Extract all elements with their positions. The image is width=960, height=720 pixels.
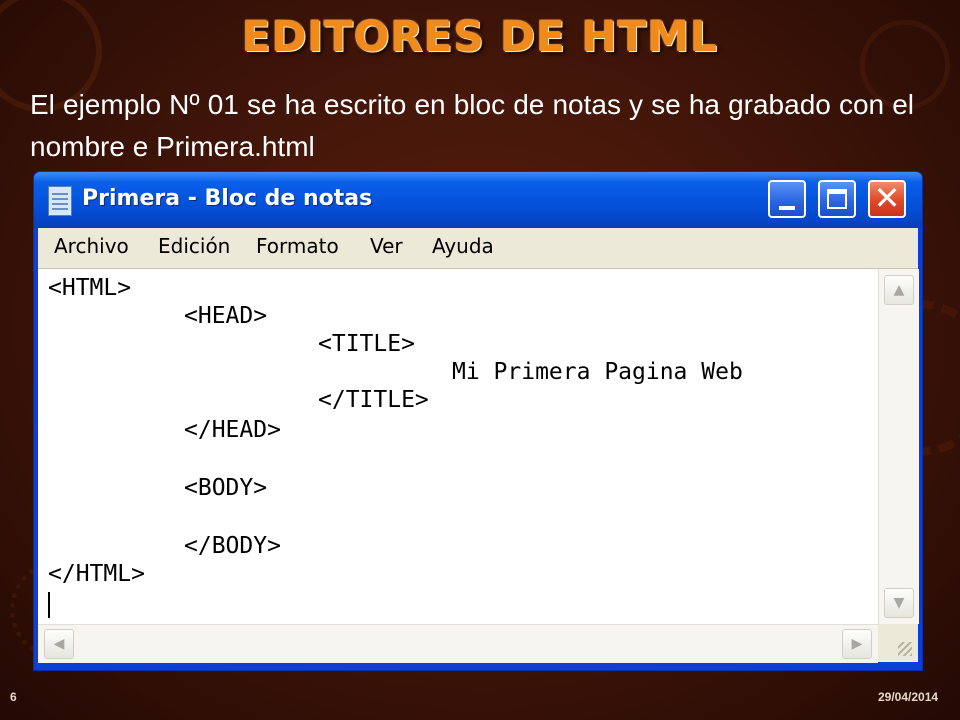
scroll-left-icon[interactable]: ◀ <box>44 629 74 659</box>
slide-title: EDITORES DE HTML <box>242 12 718 61</box>
menu-bar: Archivo Edición Formato Ver Ayuda <box>38 228 918 269</box>
slide-subtitle: El ejemplo Nº 01 se ha escrito en bloc d… <box>30 89 914 162</box>
scroll-right-icon[interactable]: ▶ <box>842 629 872 659</box>
text-caret <box>48 592 50 618</box>
menu-item-ayuda[interactable]: Ayuda <box>432 234 494 258</box>
code-line: </TITLE> <box>318 387 429 413</box>
scroll-up-icon[interactable]: ▲ <box>884 275 914 305</box>
menu-item-archivo[interactable]: Archivo <box>54 234 129 258</box>
resize-grip-icon[interactable] <box>878 624 918 662</box>
notepad-window: Primera - Bloc de notas ✕ Archivo Edició… <box>34 172 922 670</box>
minimize-button[interactable] <box>768 180 806 218</box>
code-line: <TITLE> <box>318 331 415 357</box>
code-line: Mi Primera Pagina Web <box>452 359 743 385</box>
page-number: 6 <box>10 690 17 704</box>
code-line: </HTML> <box>48 561 145 587</box>
close-button[interactable]: ✕ <box>868 179 906 218</box>
slide-date: 29/04/2014 <box>878 690 939 704</box>
code-line: </HEAD> <box>184 417 281 443</box>
menu-item-ver[interactable]: Ver <box>370 234 403 258</box>
code-line: <HTML> <box>48 275 132 301</box>
scroll-down-icon[interactable]: ▼ <box>884 588 914 618</box>
menu-item-edicion[interactable]: Edición <box>158 234 230 258</box>
code-line: <BODY> <box>184 475 268 501</box>
minimize-icon <box>779 206 795 210</box>
code-line: <HEAD> <box>184 303 268 329</box>
window-titlebar[interactable]: Primera - Bloc de notas ✕ <box>34 172 922 228</box>
maximize-button[interactable] <box>818 180 856 218</box>
text-editor-area[interactable]: <HTML> <HEAD> <TITLE> Mi Primera Pagina … <box>38 269 919 663</box>
notepad-icon[interactable] <box>48 186 72 216</box>
menu-item-formato[interactable]: Formato <box>256 234 339 258</box>
close-icon: ✕ <box>873 179 901 217</box>
code-line: </BODY> <box>184 533 281 559</box>
window-title: Primera - Bloc de notas <box>82 186 373 211</box>
horizontal-scrollbar[interactable]: ◀ ▶ <box>38 624 878 663</box>
vertical-scrollbar[interactable]: ▲ ▼ <box>878 269 919 624</box>
maximize-icon <box>827 189 847 209</box>
